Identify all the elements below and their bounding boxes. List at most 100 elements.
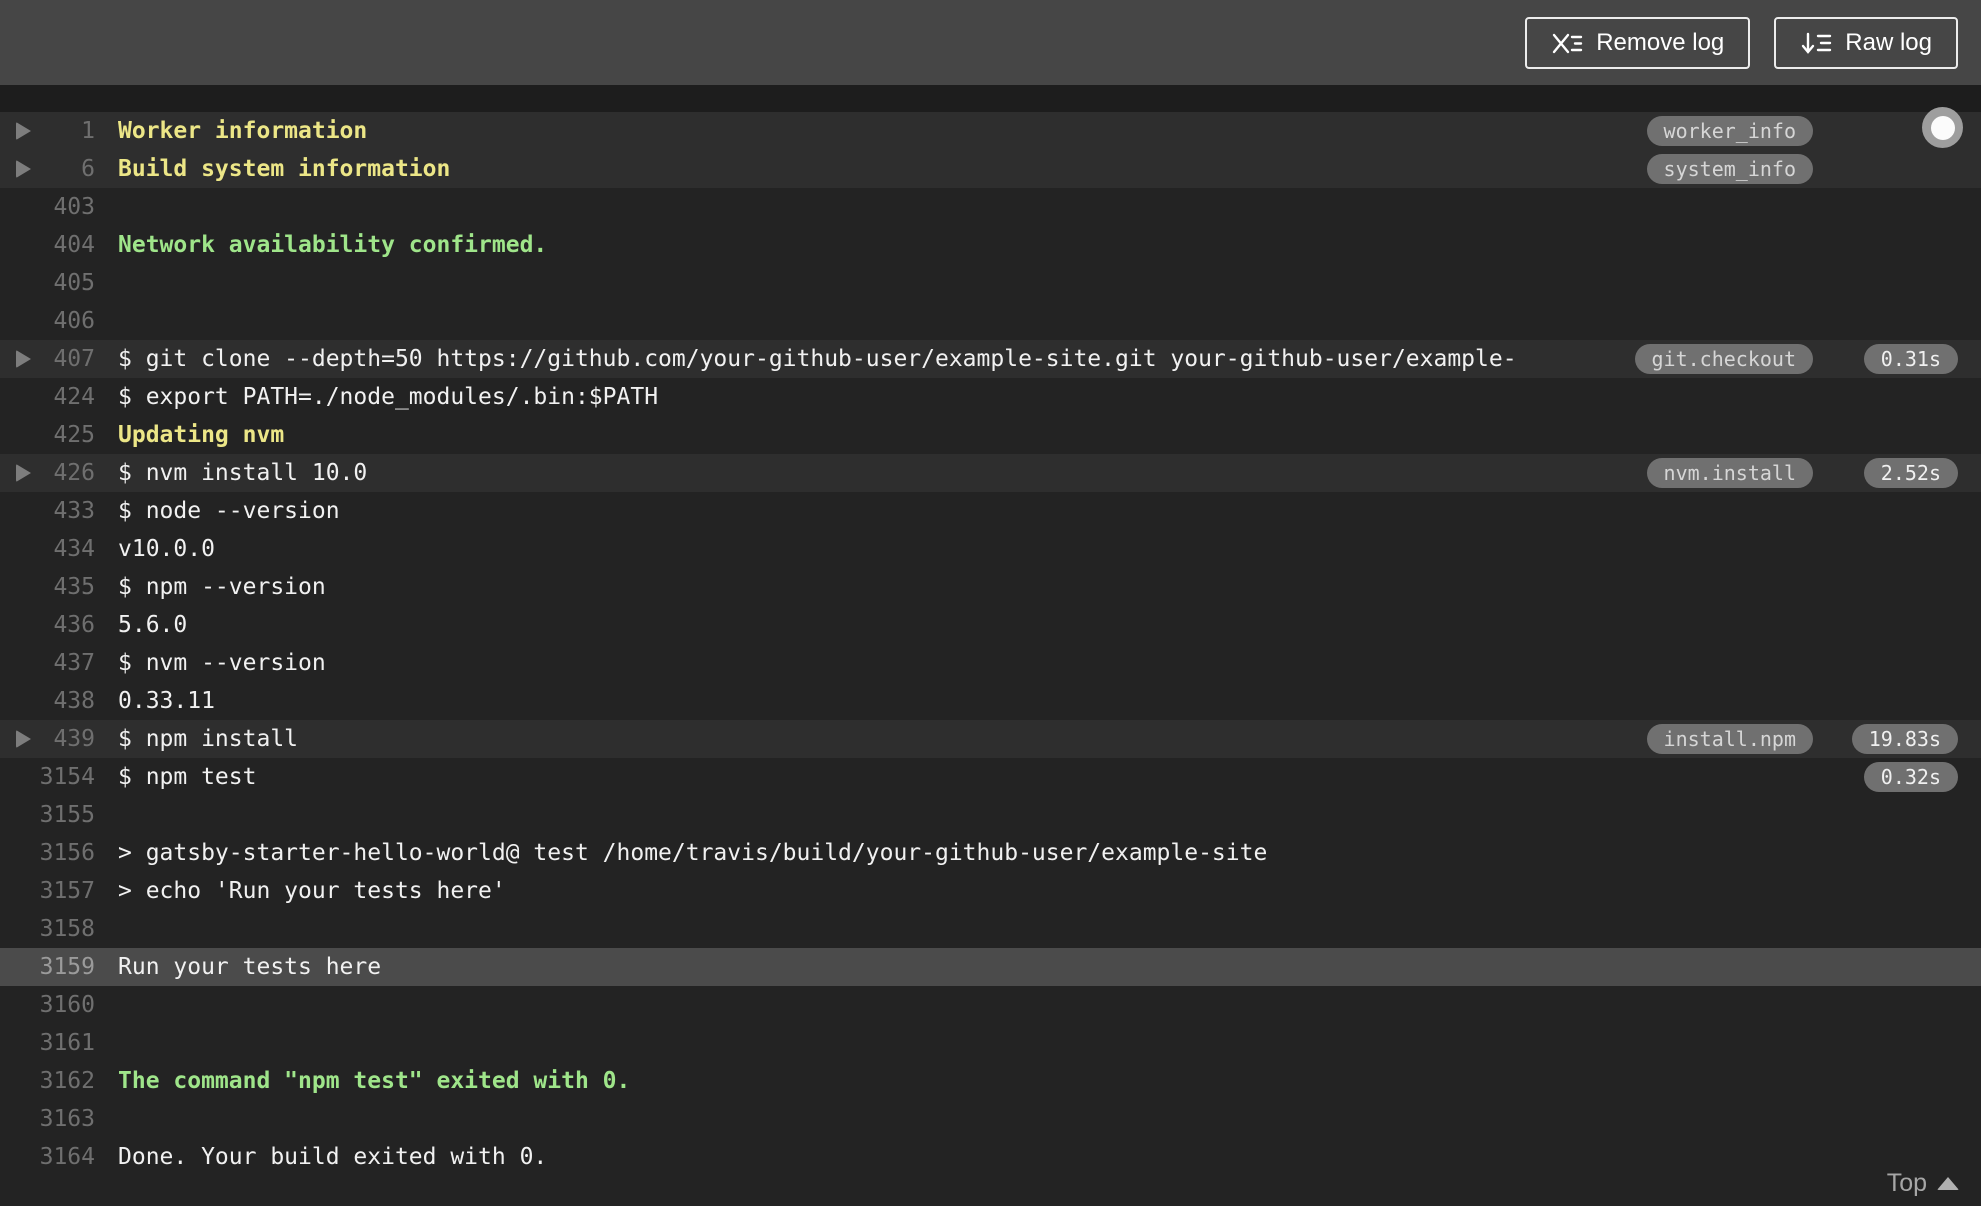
line-text: Done. Your build exited with 0.: [118, 1144, 548, 1170]
build-log: 1 Worker information worker_info 6 Build…: [0, 85, 1981, 1206]
circle-knob-icon[interactable]: [1922, 107, 1963, 148]
line-text: $ git clone --depth=50 https://github.co…: [118, 346, 1517, 372]
line-number[interactable]: 406: [0, 308, 95, 334]
fold-tag-badge[interactable]: nvm.install: [1646, 458, 1813, 488]
log-line: 438 0.33.11: [0, 682, 1981, 720]
line-number[interactable]: 404: [0, 232, 95, 258]
header-button-group: Remove log Raw log: [1525, 17, 1958, 69]
line-text: $ export PATH=./node_modules/.bin:$PATH: [118, 384, 659, 410]
line-number[interactable]: 3158: [0, 916, 95, 942]
fold-toggle-triangle-right-icon[interactable]: [16, 122, 31, 140]
line-number[interactable]: 3161: [0, 1030, 95, 1056]
log-line: 6 Build system information system_info: [0, 150, 1981, 188]
line-text: $ nvm --version: [118, 650, 326, 676]
line-number[interactable]: 407: [0, 346, 95, 372]
fold-tag-badge[interactable]: install.npm: [1646, 724, 1813, 754]
line-text: v10.0.0: [118, 536, 215, 562]
back-to-top-link[interactable]: Top: [1887, 1169, 1959, 1198]
log-line: 406: [0, 302, 1981, 340]
line-number[interactable]: 3155: [0, 802, 95, 828]
log-line: 425 Updating nvm: [0, 416, 1981, 454]
log-line: 403: [0, 188, 1981, 226]
raw-log-label: Raw log: [1845, 29, 1932, 56]
line-text: The command "npm test" exited with 0.: [118, 1068, 631, 1094]
log-line: 3160: [0, 986, 1981, 1024]
line-number[interactable]: 3163: [0, 1106, 95, 1132]
log-header-bar: Remove log Raw log: [0, 0, 1981, 85]
log-line: 424 $ export PATH=./node_modules/.bin:$P…: [0, 378, 1981, 416]
line-number[interactable]: 6: [0, 156, 95, 182]
fold-toggle-triangle-right-icon[interactable]: [16, 350, 31, 368]
line-text: $ node --version: [118, 498, 340, 524]
line-number[interactable]: 3160: [0, 992, 95, 1018]
log-top-strip: [0, 85, 1981, 112]
log-line: 3164 Done. Your build exited with 0.: [0, 1138, 1981, 1176]
arrow-down-list-icon: [1800, 30, 1832, 57]
line-number[interactable]: 426: [0, 460, 95, 486]
line-number[interactable]: 403: [0, 194, 95, 220]
line-text: Network availability confirmed.: [118, 232, 548, 258]
log-line: 437 $ nvm --version: [0, 644, 1981, 682]
log-line: 3161: [0, 1024, 1981, 1062]
line-text: Updating nvm: [118, 422, 285, 448]
log-line: 3158: [0, 910, 1981, 948]
fold-tag-badge[interactable]: system_info: [1646, 154, 1813, 184]
line-number[interactable]: 424: [0, 384, 95, 410]
log-line: 3154 $ npm test 0.32s: [0, 758, 1981, 796]
fold-tag-badge[interactable]: worker_info: [1646, 116, 1813, 146]
line-number[interactable]: 433: [0, 498, 95, 524]
top-label: Top: [1886, 1169, 1927, 1197]
log-line: 435 $ npm --version: [0, 568, 1981, 606]
triangle-up-icon: [1937, 1177, 1959, 1190]
line-text: $ nvm install 10.0: [118, 460, 368, 486]
duration-badge: 2.52s: [1863, 458, 1958, 488]
line-text: Build system information: [118, 156, 451, 182]
duration-badge: 19.83s: [1851, 724, 1958, 754]
raw-log-button[interactable]: Raw log: [1774, 17, 1958, 69]
line-number[interactable]: 3162: [0, 1068, 95, 1094]
duration-badge: 0.31s: [1863, 344, 1958, 374]
line-number[interactable]: 3164: [0, 1144, 95, 1170]
line-number[interactable]: 3156: [0, 840, 95, 866]
line-text: Worker information: [118, 118, 368, 144]
log-line: 405: [0, 264, 1981, 302]
remove-log-button[interactable]: Remove log: [1525, 17, 1751, 69]
line-text: Run your tests here: [118, 954, 382, 980]
log-line: 3162 The command "npm test" exited with …: [0, 1062, 1981, 1100]
line-number[interactable]: 405: [0, 270, 95, 296]
line-text: 5.6.0: [118, 612, 188, 638]
line-text: > echo 'Run your tests here': [118, 878, 506, 904]
line-number[interactable]: 438: [0, 688, 95, 714]
log-line: 407 $ git clone --depth=50 https://githu…: [0, 340, 1981, 378]
duration-badge: 0.32s: [1863, 762, 1958, 792]
line-text: > gatsby-starter-hello-world@ test /home…: [118, 840, 1268, 866]
line-number[interactable]: 434: [0, 536, 95, 562]
log-line: 3163: [0, 1100, 1981, 1138]
line-number[interactable]: 3154: [0, 764, 95, 790]
fold-tag-badge[interactable]: git.checkout: [1634, 344, 1813, 374]
log-line: 3155: [0, 796, 1981, 834]
remove-log-label: Remove log: [1596, 29, 1725, 56]
line-number[interactable]: 435: [0, 574, 95, 600]
log-line: 426 $ nvm install 10.0 nvm.install 2.52s: [0, 454, 1981, 492]
log-line: 433 $ node --version: [0, 492, 1981, 530]
log-line: 3159 Run your tests here: [0, 948, 1981, 986]
line-number[interactable]: 425: [0, 422, 95, 448]
log-lines: 1 Worker information worker_info 6 Build…: [0, 112, 1981, 1176]
log-line: 434 v10.0.0: [0, 530, 1981, 568]
line-number[interactable]: 3159: [0, 954, 95, 980]
log-line: 3157 > echo 'Run your tests here': [0, 872, 1981, 910]
line-text: 0.33.11: [118, 688, 215, 714]
fold-toggle-triangle-right-icon[interactable]: [16, 730, 31, 748]
fold-toggle-triangle-right-icon[interactable]: [16, 464, 31, 482]
log-line: 3156 > gatsby-starter-hello-world@ test …: [0, 834, 1981, 872]
line-number[interactable]: 1: [0, 118, 95, 144]
line-text: $ npm --version: [118, 574, 326, 600]
line-number[interactable]: 3157: [0, 878, 95, 904]
line-number[interactable]: 439: [0, 726, 95, 752]
fold-toggle-triangle-right-icon[interactable]: [16, 160, 31, 178]
line-number[interactable]: 436: [0, 612, 95, 638]
log-line: 436 5.6.0: [0, 606, 1981, 644]
line-text: $ npm test: [118, 764, 257, 790]
line-number[interactable]: 437: [0, 650, 95, 676]
